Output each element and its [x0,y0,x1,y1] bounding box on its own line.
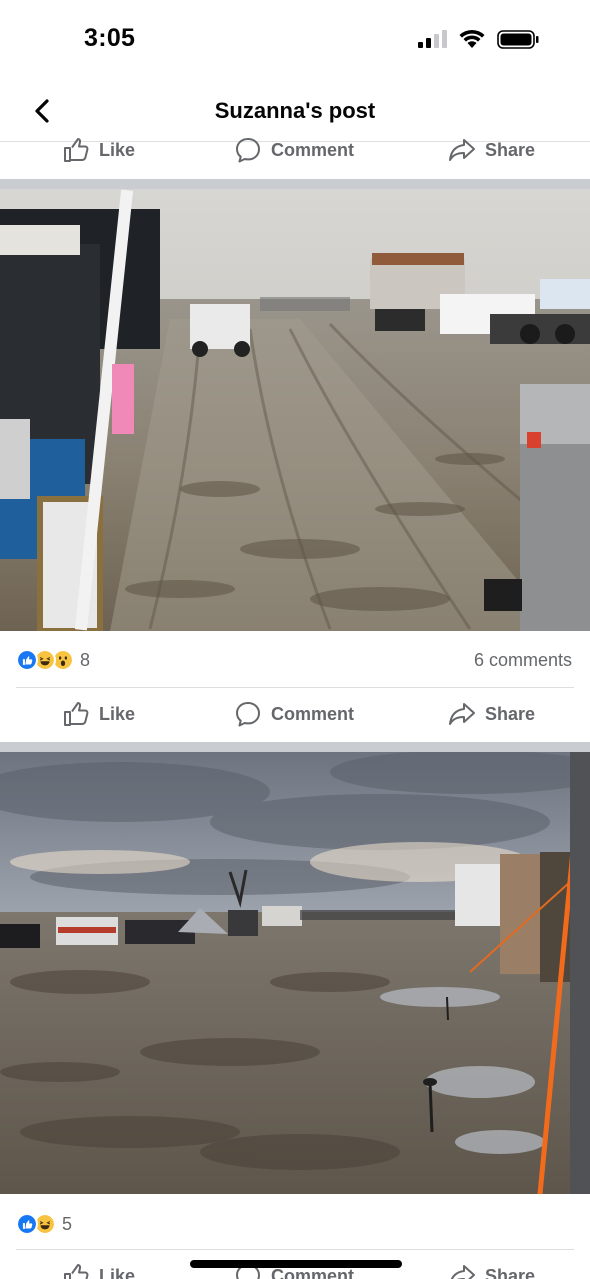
comment-button[interactable]: Comment [234,688,354,740]
like-label: Like [99,1265,136,1279]
battery-icon [497,30,539,49]
post-separator [0,179,590,189]
post1-reactions[interactable]: 8 [16,645,90,675]
share-button[interactable]: Share [448,124,535,176]
share-label: Share [485,139,536,160]
signal-icon [418,30,447,48]
mud-road-photo [0,189,590,631]
share-button[interactable]: Share [448,688,535,740]
share-button[interactable]: Share [448,1250,535,1279]
comment-icon [236,702,260,727]
comment-label: Comment [271,703,355,724]
share-icon [449,139,475,161]
comment-icon [236,138,260,163]
post1-reaction-count: 8 [80,649,91,670]
page-title: Suzanna's post [214,98,376,123]
like-icon [64,138,89,162]
share-label: Share [485,1265,536,1279]
post2-photo[interactable] [0,752,590,1194]
like-button[interactable]: Like [62,1250,135,1279]
post0-action-bar: Like Comment Share [0,124,590,176]
like-button[interactable]: Like [62,124,135,176]
like-icon [64,702,89,726]
like-label: Like [99,703,136,724]
status-bar: 3:05 [0,0,590,80]
like-reaction-icon [16,649,38,671]
post2-reactions[interactable]: 5 [16,1209,72,1239]
post1-photo[interactable] [0,189,590,631]
like-icon [64,1264,89,1279]
like-label: Like [99,139,136,160]
mud-camp-photo [0,752,590,1194]
wifi-icon [459,29,485,48]
comment-label: Comment [271,139,355,160]
post1-action-bar: Like Comment Share [0,688,590,740]
comment-button[interactable]: Comment [234,124,354,176]
home-indicator[interactable] [190,1260,402,1268]
share-icon [450,1265,475,1279]
status-time: 3:05 [84,24,136,52]
like-button[interactable]: Like [62,688,135,740]
share-icon [449,703,475,725]
post-separator [0,742,590,752]
post1-comments-count[interactable]: 6 comments [474,650,572,671]
like-reaction-icon [16,1213,38,1235]
post2-reaction-count: 5 [62,1213,73,1234]
share-label: Share [485,703,536,724]
